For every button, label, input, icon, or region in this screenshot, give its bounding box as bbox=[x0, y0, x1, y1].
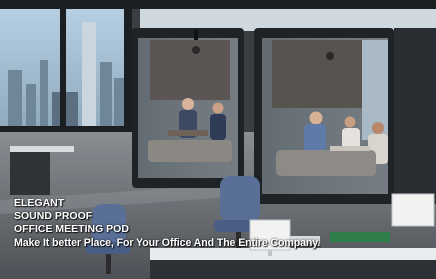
caption-tagline: Make It better Place, For Your Office An… bbox=[14, 236, 321, 249]
meeting-pod-left bbox=[132, 28, 244, 188]
caption-line-2: SOUND PROOF bbox=[14, 210, 93, 223]
caption-line-1: ELEGANT bbox=[14, 197, 65, 209]
product-photo: ELEGANT SOUND PROOF OFFICE MEETING POD M… bbox=[0, 0, 436, 279]
caption-line-3: OFFICE MEETING POD bbox=[14, 223, 129, 236]
cabinet bbox=[10, 150, 50, 195]
meeting-pod-right bbox=[254, 28, 436, 204]
promo-caption: ELEGANT SOUND PROOF OFFICE MEETING POD M… bbox=[14, 197, 320, 250]
